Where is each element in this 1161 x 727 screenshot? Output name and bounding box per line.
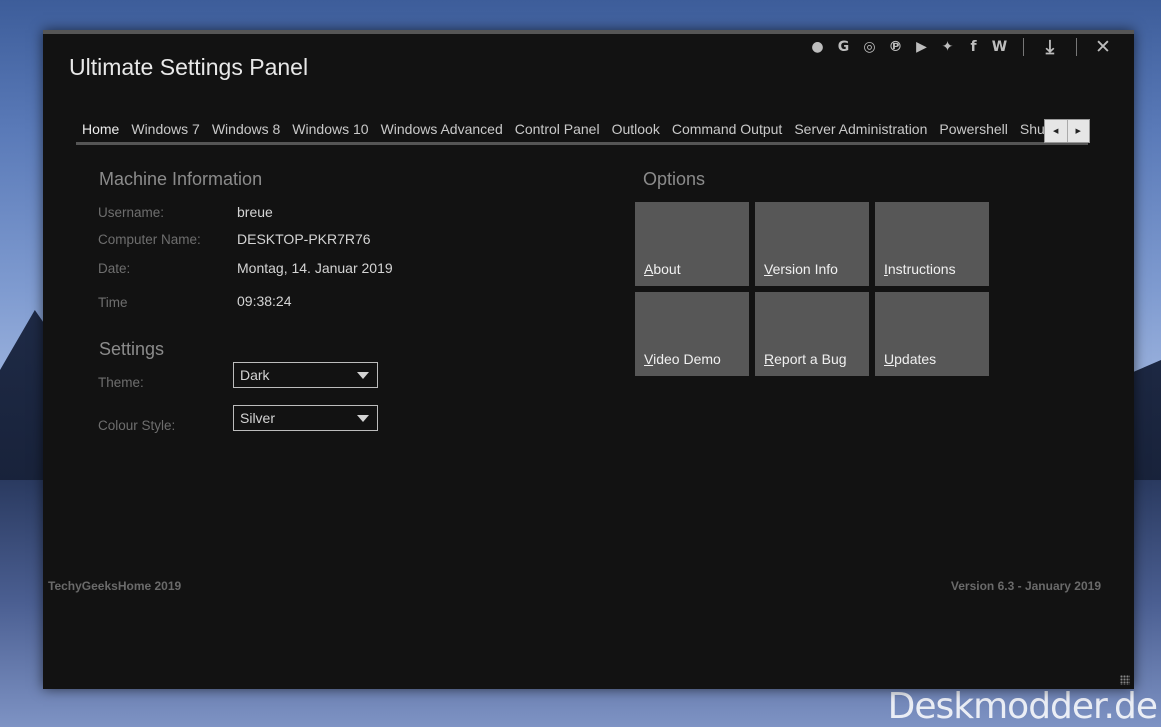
twitter-icon[interactable]: ✦ xyxy=(939,39,956,56)
main-window: Ultimate Settings Panel ● G ◎ ℗ ▶ ✦ f W … xyxy=(43,30,1134,689)
colour-style-select[interactable]: Silver xyxy=(233,405,378,431)
watermark: Deskmodder.de xyxy=(887,686,1158,727)
tab-control-panel[interactable]: Control Panel xyxy=(509,114,606,140)
scroll-right-icon[interactable]: ▶ xyxy=(1066,120,1090,142)
computer-name-value: DESKTOP-PKR7R76 xyxy=(237,231,371,247)
options-heading: Options xyxy=(643,169,706,189)
username-label: Username: xyxy=(98,205,165,220)
tab-windows-advanced[interactable]: Windows Advanced xyxy=(375,114,509,140)
tile-label: Instructions xyxy=(884,261,956,277)
tab-windows-8[interactable]: Windows 8 xyxy=(206,114,286,140)
app-title: Ultimate Settings Panel xyxy=(69,54,309,80)
download-icon[interactable]: ⤓ xyxy=(1039,36,1061,58)
username-value: breue xyxy=(237,204,273,220)
facebook-icon[interactable]: f xyxy=(965,39,982,56)
wordpress-icon[interactable]: W xyxy=(991,39,1008,56)
time-label: Time xyxy=(98,295,128,310)
resize-grip[interactable] xyxy=(1120,675,1130,685)
theme-label: Theme: xyxy=(98,375,144,390)
tab-windows-10[interactable]: Windows 10 xyxy=(286,114,374,140)
tab-server-administration[interactable]: Server Administration xyxy=(788,114,933,140)
settings-heading: Settings xyxy=(99,339,165,359)
updates-tile[interactable]: Updates xyxy=(875,292,989,376)
icon-separator xyxy=(1076,38,1077,56)
tile-label: Report a Bug xyxy=(764,351,847,367)
tile-label: Version Info xyxy=(764,261,838,277)
instructions-tile[interactable]: Instructions xyxy=(875,202,989,286)
time-value: 09:38:24 xyxy=(237,293,292,309)
chevron-down-icon xyxy=(357,415,369,422)
tab-powershell[interactable]: Powershell xyxy=(933,114,1013,140)
tab-scroll-buttons: ◀ ▶ xyxy=(1044,119,1090,143)
tab-command-output[interactable]: Command Output xyxy=(666,114,789,140)
computer-name-label: Computer Name: xyxy=(98,232,201,247)
instagram-icon[interactable]: ◎ xyxy=(861,39,878,56)
chevron-down-icon xyxy=(357,372,369,379)
options-tiles: About Version Info Instructions Video De… xyxy=(635,202,989,376)
footer-copyright: TechyGeeksHome 2019 xyxy=(48,579,182,593)
colour-style-select-value: Silver xyxy=(240,410,276,426)
tab-home[interactable]: Home xyxy=(76,114,125,140)
tile-label: About xyxy=(644,261,681,277)
youtube-icon[interactable]: ▶ xyxy=(913,39,930,56)
tile-label: Updates xyxy=(884,351,937,367)
scroll-left-icon[interactable]: ◀ xyxy=(1045,120,1067,142)
pinterest-icon[interactable]: ℗ xyxy=(887,39,904,56)
version-info-tile[interactable]: Version Info xyxy=(755,202,869,286)
github-icon[interactable]: ● xyxy=(809,39,826,56)
tab-windows-7[interactable]: Windows 7 xyxy=(125,114,205,140)
tab-outlook[interactable]: Outlook xyxy=(606,114,666,140)
date-label: Date: xyxy=(98,261,131,276)
report-bug-tile[interactable]: Report a Bug xyxy=(755,292,869,376)
tab-strip: Home Windows 7 Windows 8 Windows 10 Windows … xyxy=(76,114,1088,145)
theme-select[interactable]: Dark xyxy=(233,362,378,388)
tile-label: Video Demo xyxy=(644,351,721,367)
top-icon-bar: ● G ◎ ℗ ▶ ✦ f W ⤓ ✕ xyxy=(809,36,1114,58)
colour-style-label: Colour Style: xyxy=(98,418,176,433)
video-demo-tile[interactable]: Video Demo xyxy=(635,292,749,376)
icon-separator xyxy=(1023,38,1024,56)
about-tile[interactable]: About xyxy=(635,202,749,286)
close-icon[interactable]: ✕ xyxy=(1092,36,1114,58)
machine-info-heading: Machine Information xyxy=(99,169,263,189)
google-icon[interactable]: G xyxy=(835,39,852,56)
date-value: Montag, 14. Januar 2019 xyxy=(237,260,393,276)
theme-select-value: Dark xyxy=(240,367,270,383)
footer-version: Version 6.3 - January 2019 xyxy=(950,579,1101,593)
